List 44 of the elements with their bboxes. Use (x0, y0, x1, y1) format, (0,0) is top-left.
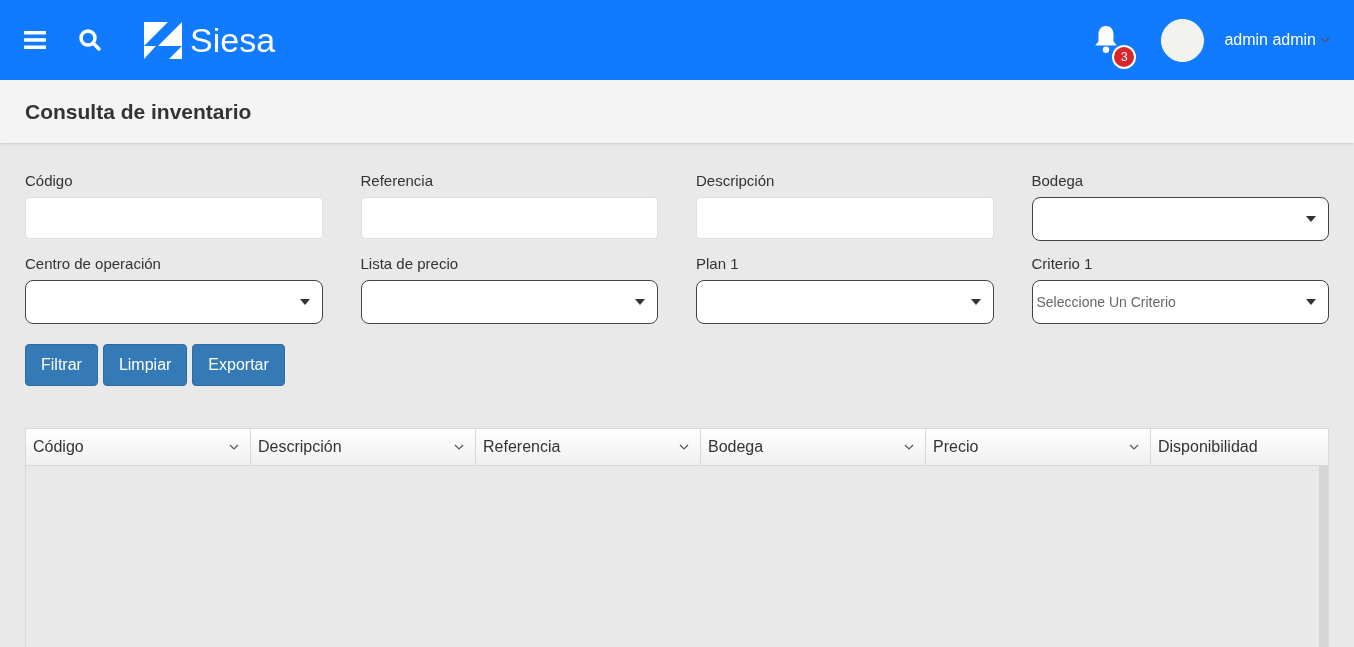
notification-badge: 3 (1112, 45, 1137, 69)
select-placeholder: Seleccione Un Criterio (1036, 292, 1176, 312)
user-name[interactable]: admin admin (1224, 28, 1316, 52)
field-label: Descripción (696, 171, 776, 191)
input-field[interactable] (696, 197, 994, 239)
action-button[interactable]: Exportar (192, 344, 285, 386)
input-field[interactable] (25, 197, 323, 239)
caret-icon (299, 299, 310, 305)
chevron-icon[interactable] (1129, 444, 1139, 450)
column-header[interactable]: Descripción (251, 429, 476, 465)
menu-icon[interactable] (24, 31, 46, 49)
chevron-icon[interactable] (229, 444, 239, 450)
scrollbar[interactable] (1319, 466, 1328, 647)
column-header[interactable]: Bodega (701, 429, 926, 465)
column-header[interactable]: Precio (926, 429, 1151, 465)
chevron-icon[interactable] (904, 444, 914, 450)
field-label: Lista de precio (360, 254, 460, 274)
select-field[interactable] (25, 280, 323, 324)
logo-icon (144, 21, 182, 59)
column-header[interactable]: Código (26, 429, 251, 465)
select-field[interactable] (1031, 197, 1329, 241)
action-button[interactable]: Limpiar (102, 344, 188, 386)
caret-icon (1306, 216, 1316, 222)
page-title: Consulta de inventario (25, 98, 252, 125)
chevron-icon[interactable] (679, 444, 689, 450)
field-label: Criterio 1 (1031, 254, 1094, 274)
logo-text: Siesa (190, 23, 276, 57)
search-icon[interactable] (78, 28, 102, 52)
caret-icon (1306, 299, 1316, 305)
input-field[interactable] (360, 197, 658, 239)
field-label: Referencia (360, 171, 435, 191)
column-header[interactable]: Disponibilidad (1151, 429, 1328, 465)
select-field[interactable] (696, 280, 994, 324)
caret-icon (635, 299, 645, 305)
caret-icon (970, 299, 981, 305)
field-label: Plan 1 (696, 254, 740, 274)
select-field[interactable]: Seleccione Un Criterio (1031, 280, 1329, 324)
field-label: Código (25, 171, 74, 191)
field-label: Bodega (1031, 171, 1085, 191)
field-label: Centro de operación (25, 254, 162, 274)
action-button[interactable]: Filtrar (25, 344, 98, 386)
column-header[interactable]: Referencia (476, 429, 701, 465)
chevron-icon[interactable] (454, 444, 464, 450)
select-field[interactable] (360, 280, 658, 324)
